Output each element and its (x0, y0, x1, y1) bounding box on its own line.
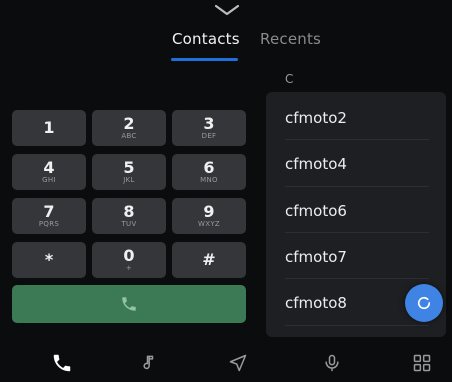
contact-item[interactable]: cfmoto4 (266, 141, 446, 186)
contact-name: cfmoto6 (285, 201, 347, 220)
contact-name: cfmoto7 (285, 247, 347, 266)
key-digit: 4 (43, 158, 55, 177)
key-letters: + (125, 264, 133, 272)
chevron-down-icon[interactable] (212, 3, 242, 17)
contact-item[interactable]: cfmoto2 (266, 95, 446, 140)
key-9[interactable]: 9 WXYZ (172, 198, 246, 234)
key-hash[interactable]: # (172, 242, 246, 278)
nav-phone[interactable] (50, 351, 74, 375)
divider (285, 139, 429, 140)
key-4[interactable]: 4 GHI (12, 154, 86, 190)
nav-music[interactable] (138, 351, 162, 375)
refresh-button[interactable] (405, 284, 443, 322)
key-digit: 7 (43, 202, 55, 221)
divider (285, 186, 429, 187)
nav-apps[interactable] (410, 351, 434, 375)
tab-contacts[interactable]: Contacts (172, 30, 240, 48)
key-letters: DEF (201, 132, 217, 140)
tab-recents[interactable]: Recents (260, 30, 321, 48)
bottom-nav (0, 343, 452, 382)
key-digit: 8 (123, 202, 135, 221)
key-letters: JKL (123, 176, 135, 184)
key-digit: 2 (123, 114, 135, 133)
contact-name: cfmoto8 (285, 293, 347, 312)
nav-navigation[interactable] (226, 351, 250, 375)
tab-bar: Contacts Recents (0, 30, 452, 70)
key-digit: 5 (123, 158, 135, 177)
apps-grid-icon (413, 354, 431, 372)
key-2[interactable]: 2 ABC (92, 110, 166, 146)
key-digit: 9 (203, 202, 215, 221)
key-letters: WXYZ (198, 220, 220, 228)
key-6[interactable]: 6 MNO (172, 154, 246, 190)
key-3[interactable]: 3 DEF (172, 110, 246, 146)
refresh-icon (417, 296, 431, 310)
key-letters: MNO (200, 176, 218, 184)
key-5[interactable]: 5 JKL (92, 154, 166, 190)
contact-item[interactable]: cfmoto6 (266, 188, 446, 233)
key-8[interactable]: 8 TUV (92, 198, 166, 234)
phone-icon (122, 297, 136, 311)
key-letters: TUV (121, 220, 137, 228)
contact-item[interactable]: cfmoto7 (266, 234, 446, 279)
key-digit: 6 (203, 158, 215, 177)
divider (285, 325, 429, 326)
divider (285, 278, 429, 279)
contact-name: cfmoto4 (285, 154, 347, 173)
key-digit: # (202, 250, 216, 269)
key-7[interactable]: 7 PQRS (12, 198, 86, 234)
nav-voice[interactable] (320, 351, 344, 375)
key-letters: ABC (121, 132, 137, 140)
key-star[interactable]: * (12, 242, 86, 278)
key-digit: 3 (203, 114, 215, 133)
music-icon (143, 355, 154, 370)
active-tab-indicator (171, 58, 238, 61)
microphone-icon (325, 354, 339, 372)
section-letter: C (285, 72, 294, 86)
divider (285, 232, 429, 233)
key-digit: 0 (123, 246, 135, 265)
key-1[interactable]: 1 (12, 110, 86, 146)
key-letters: PQRS (38, 220, 60, 228)
key-digit: 1 (43, 118, 55, 137)
call-button[interactable] (12, 285, 246, 323)
contact-name: cfmoto2 (285, 108, 347, 127)
key-letters: GHI (42, 176, 56, 184)
key-digit: * (44, 250, 54, 269)
navigation-icon (229, 354, 247, 372)
key-0[interactable]: 0 + (92, 242, 166, 278)
phone-icon (53, 354, 71, 372)
